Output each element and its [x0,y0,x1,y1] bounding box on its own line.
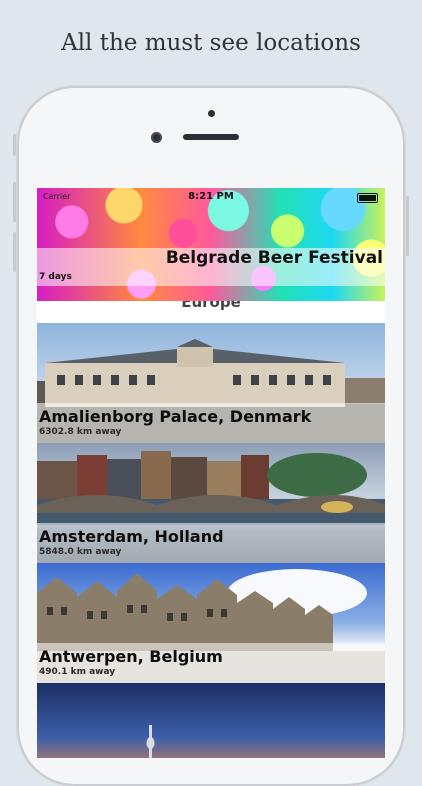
section-title: Europe [181,301,241,311]
mute-switch [13,134,16,156]
location-row[interactable]: Antwerpen, Belgium 490.1 km away [37,563,385,683]
location-distance: 490.1 km away [39,667,116,677]
volume-down-button [13,232,16,272]
front-camera [151,132,162,143]
battery-icon [357,193,378,203]
promo-caption: All the must see locations [61,30,361,56]
status-bar: Carrier 8:21 PM [37,188,385,206]
section-header: Europe [37,301,385,323]
location-name: Amalienborg Palace, Denmark [39,407,312,426]
location-photo [37,683,385,758]
location-row[interactable]: Amalienborg Palace, Denmark 6302.8 km aw… [37,323,385,443]
location-name: Amsterdam, Holland [39,527,224,546]
location-name: Antwerpen, Belgium [39,647,223,666]
location-row[interactable] [37,683,385,758]
banner-subtitle: 7 days [39,272,72,282]
proximity-sensor [208,110,215,117]
banner-title: Belgrade Beer Festival [165,248,383,268]
power-button [406,196,409,256]
status-time: 8:21 PM [188,191,234,202]
volume-up-button [13,182,16,222]
location-row[interactable]: Amsterdam, Holland 5848.0 km away [37,443,385,563]
location-distance: 5848.0 km away [39,547,122,557]
app-screen: Carrier 8:21 PM Belgrade Beer Festival 7… [37,188,385,758]
location-distance: 6302.8 km away [39,427,122,437]
earpiece-speaker [183,134,239,140]
